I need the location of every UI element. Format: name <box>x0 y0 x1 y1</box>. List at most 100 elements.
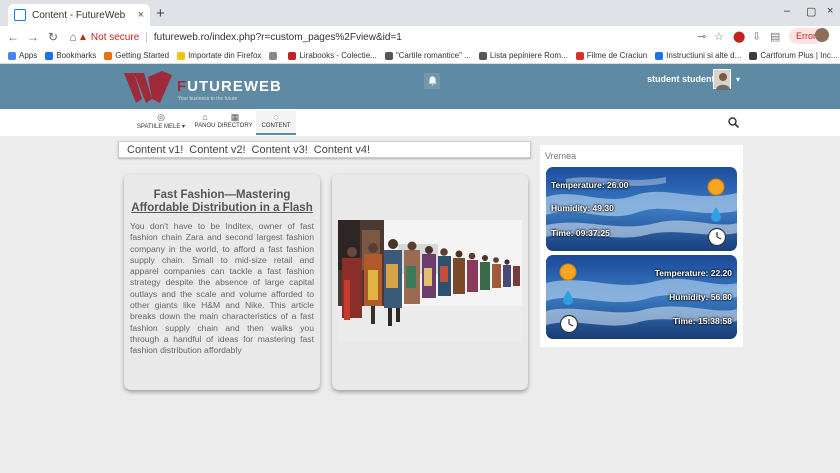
bell-icon <box>428 76 436 86</box>
weather-title: Vremea <box>545 151 577 161</box>
futureweb-logo-icon[interactable] <box>122 69 174 105</box>
bookmark-item[interactable]: Importate din Firefox <box>177 51 261 60</box>
temperature-value: Temperature: 22.20 <box>654 268 732 278</box>
menu-label: SPATIILE MELE ▾ <box>136 124 186 130</box>
tab-content-v2[interactable]: Content v2! <box>189 144 245 156</box>
bookmark-item[interactable]: "Cartile romantice" ... <box>384 51 471 60</box>
weather-widget: Vremea Temperature: 26.00 Humidity: 49.3… <box>540 145 743 347</box>
menu-label: DIRECTORY <box>217 123 253 129</box>
target-icon: ◎ <box>157 112 165 122</box>
bookmark-favicon-icon <box>749 51 758 60</box>
runway-photo[interactable] <box>338 220 522 342</box>
bookmark-favicon-icon <box>478 51 487 60</box>
bookmark-label: Filme de Craciun <box>586 51 648 60</box>
browser-tabstrip: Content - FutureWeb × + – ▢ × <box>0 0 840 26</box>
clock-icon <box>707 227 727 247</box>
notifications-button[interactable] <box>424 73 440 89</box>
bookmark-label: Cartforum Plus | Inc... <box>760 51 838 60</box>
bookmark-favicon-icon <box>269 51 278 60</box>
minimize-button[interactable]: – <box>784 5 790 17</box>
humidity-value: Humidity: 56.80 <box>669 292 732 302</box>
logo-text: FUTUREWEB <box>177 78 282 95</box>
menu-item-content[interactable]: ◌ CONTENT <box>256 111 296 135</box>
temperature-value: Temperature: 26.00 <box>551 180 629 190</box>
content-tabs: Content v1! Content v2! Content v3! Cont… <box>118 141 531 158</box>
bookmark-label: Bookmarks <box>56 51 97 60</box>
extension-icon[interactable]: ⇩ <box>752 30 761 43</box>
bookmarks-bar: Apps Bookmarks Getting Started Importate di… <box>0 48 840 64</box>
main-menu: ◎ SPATIILE MELE ▾ ⌂ PANOU ▦ DIRECTORY ◌ … <box>0 109 840 136</box>
bookmark-item[interactable] <box>269 51 280 60</box>
url-text: futureweb.ro/index.php?r=custom_pages%2F… <box>153 31 402 43</box>
bookmark-item[interactable]: Cartforum Plus | Inc... <box>749 51 838 60</box>
tab-content-v1[interactable]: Content v1! <box>127 144 183 156</box>
apps-grid-icon <box>8 51 16 60</box>
back-arrow-icon[interactable]: ← <box>6 30 20 44</box>
menu-item-spatiile-mele[interactable]: ◎ SPATIILE MELE ▾ <box>134 111 188 135</box>
bookmark-label: Importate din Firefox <box>188 51 262 60</box>
new-tab-button[interactable]: + <box>156 5 165 22</box>
bookmark-label: Lista pepiniere Rom... <box>489 51 568 60</box>
bookmark-label: "Cartile romantice" ... <box>395 51 471 60</box>
directory-icon: ▦ <box>230 112 240 122</box>
weather-card: Temperature: 22.20 Humidity: 56.80 Time:… <box>546 255 737 339</box>
bookmark-item[interactable]: Instructiuni si alte d... <box>655 51 741 60</box>
user-name[interactable]: student student <box>647 74 715 84</box>
bookmark-item[interactable]: Bookmarks <box>45 51 96 60</box>
bookmark-item[interactable]: Filme de Craciun <box>575 51 648 60</box>
logo-subtext: Your business to the future <box>178 96 238 102</box>
bookmark-label: Instructiuni si alte d... <box>666 51 742 60</box>
forward-arrow-icon[interactable]: → <box>26 30 40 44</box>
clock-icon <box>559 314 579 334</box>
bookmark-favicon-icon <box>45 51 54 60</box>
article-title[interactable]: Fast Fashion—Mastering Affordable Distri… <box>130 189 314 215</box>
sun-icon <box>707 178 725 196</box>
address-field[interactable]: ▲ Not secure | futureweb.ro/index.php?r=… <box>78 29 678 45</box>
reload-icon[interactable]: ↻ <box>46 30 60 44</box>
tab-title: Content - FutureWeb <box>32 9 126 21</box>
menu-item-directory[interactable]: ▦ DIRECTORY <box>216 111 254 135</box>
bookmark-label: Apps <box>19 51 38 60</box>
maximize-button[interactable]: ▢ <box>806 5 816 18</box>
article-title-line: Affordable Distribution in a Flash <box>131 202 313 214</box>
tab-close-icon[interactable]: × <box>138 9 144 21</box>
article-body: You don't have to be Inditex, owner of f… <box>130 221 314 356</box>
adblock-icon[interactable]: ⬤ <box>733 30 745 43</box>
water-drop-icon <box>563 290 573 305</box>
humidity-value: Humidity: 49.30 <box>551 203 614 213</box>
article-card: Fast Fashion—Mastering Affordable Distri… <box>124 174 320 390</box>
user-avatar[interactable] <box>713 69 731 90</box>
bookmark-favicon-icon <box>288 51 297 60</box>
time-value: Time: 15:38:58 <box>673 316 732 326</box>
profile-avatar[interactable] <box>815 28 829 42</box>
window-close-button[interactable]: × <box>827 5 833 17</box>
bookmark-favicon-icon <box>104 51 113 60</box>
content-icon: ◌ <box>273 112 279 122</box>
bookmark-label: Getting Started <box>115 51 170 60</box>
weather-card: Temperature: 26.00 Humidity: 49.30 Time:… <box>546 167 737 251</box>
sun-icon <box>559 263 577 281</box>
url-separator: | <box>145 31 148 43</box>
image-card <box>332 174 528 390</box>
menu-label: CONTENT <box>261 123 291 129</box>
bookmark-favicon-icon <box>177 51 186 60</box>
document-icon[interactable]: ▤ <box>770 30 780 43</box>
bookmark-item[interactable]: Lirabooks - Colectie... <box>288 51 377 60</box>
bookmark-item[interactable]: Apps <box>8 51 37 60</box>
tab-content-v4[interactable]: Content v4! <box>314 144 370 156</box>
security-label: Not secure <box>90 31 140 43</box>
site-header: FUTUREWEB Your business to the future st… <box>0 64 840 109</box>
key-icon[interactable]: ⊸ <box>697 30 706 43</box>
user-menu-caret-icon[interactable]: ▾ <box>736 75 740 84</box>
star-icon[interactable]: ☆ <box>714 30 724 43</box>
article-title-line: Fast Fashion—Mastering <box>153 189 291 201</box>
bookmark-favicon-icon <box>575 51 584 60</box>
warning-icon: ▲ <box>78 31 88 43</box>
browser-tab[interactable]: Content - FutureWeb × <box>8 4 150 26</box>
bookmark-favicon-icon <box>655 51 664 60</box>
search-icon[interactable] <box>727 116 741 130</box>
site-favicon-icon <box>14 9 26 21</box>
tab-content-v3[interactable]: Content v3! <box>252 144 308 156</box>
bookmark-item[interactable]: Lista pepiniere Rom... <box>478 51 568 60</box>
bookmark-item[interactable]: Getting Started <box>104 51 169 60</box>
